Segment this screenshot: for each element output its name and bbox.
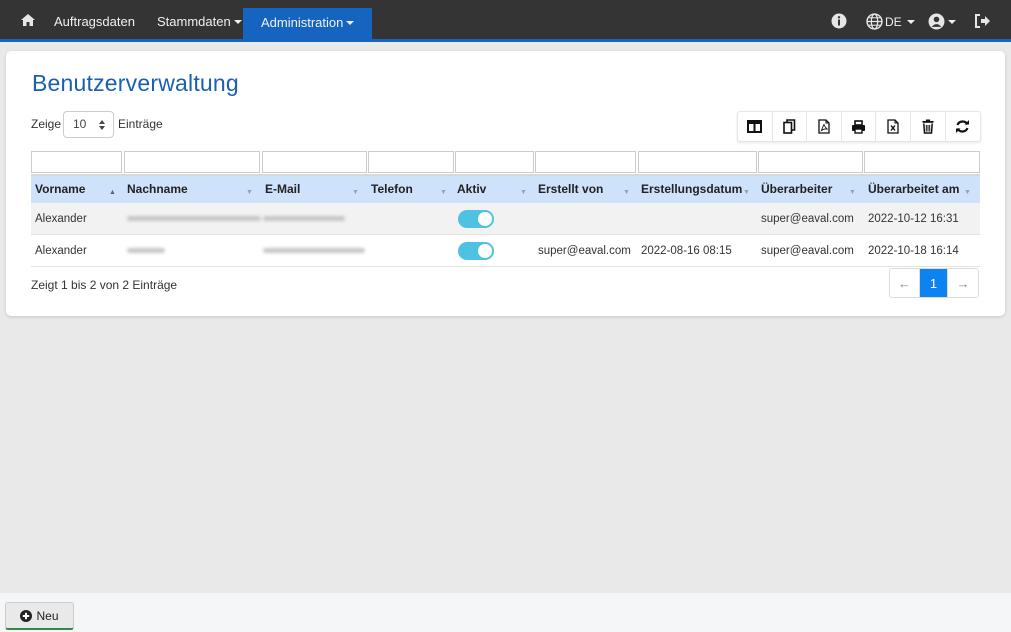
cell-erstellt-von: super@eaval.com [538, 245, 631, 257]
pdf-button[interactable] [807, 112, 842, 141]
sort-icon: ▼ [352, 189, 359, 196]
user-menu[interactable] [928, 13, 956, 30]
sort-icon: ▼ [849, 189, 856, 196]
page-length-value: 10 [73, 117, 87, 131]
aktiv-toggle[interactable] [458, 210, 494, 228]
info-icon[interactable] [831, 13, 847, 32]
print-icon [852, 119, 866, 134]
language-selector[interactable]: DE [866, 13, 915, 30]
columns-icon [747, 120, 763, 133]
sort-icon: ▼ [623, 189, 630, 196]
excel-icon [887, 119, 899, 134]
plus-circle-icon [20, 609, 33, 622]
sort-icon: ▼ [520, 189, 527, 196]
refresh-icon [956, 120, 970, 133]
top-navbar: Auftragsdaten Stammdaten Administration … [0, 0, 1011, 42]
new-button-label: Neu [36, 608, 59, 623]
cell-erstellungsdatum: 2022-08-16 08:15 [641, 245, 732, 257]
nav-auftragsdaten-label: Auftragsdaten [54, 14, 135, 29]
column-header-aktiv[interactable]: Aktiv [457, 176, 486, 203]
chevron-down-icon [346, 21, 355, 25]
refresh-button[interactable] [946, 112, 981, 141]
length-prefix: Zeige [31, 117, 62, 131]
delete-icon [922, 119, 934, 134]
table-header: Vorname ▲ Nachname ▼ E-Mail ▼ Telefon ▼ … [31, 174, 980, 203]
page-1-button[interactable]: 1 [920, 269, 948, 297]
sort-icon: ▼ [440, 189, 447, 196]
column-header-ueberarbeitet-am[interactable]: Überarbeitet am [868, 176, 959, 203]
nav-administration-label: Administration [261, 15, 344, 30]
globe-icon [866, 13, 883, 30]
columns-button[interactable] [738, 112, 773, 141]
updown-arrows-icon [99, 120, 105, 130]
cell-nachname-redacted [127, 235, 165, 267]
chevron-down-icon [948, 19, 956, 24]
excel-button[interactable] [876, 112, 911, 141]
cell-vorname: Alexander [35, 245, 87, 257]
logout-icon[interactable] [974, 13, 991, 32]
cell-email-redacted [263, 235, 365, 267]
pagination: ← 1 → [889, 268, 979, 298]
sort-icon: ▼ [246, 189, 253, 196]
home-icon[interactable] [20, 13, 36, 30]
column-header-erstellt-von[interactable]: Erstellt von [538, 176, 603, 203]
arrow-left-icon: ← [898, 275, 911, 291]
column-header-ueberarbeiter[interactable]: Überarbeiter [761, 176, 832, 203]
chevron-down-icon [906, 19, 915, 24]
chevron-down-icon [233, 20, 242, 24]
column-header-nachname[interactable]: Nachname [127, 176, 188, 203]
aktiv-toggle[interactable] [458, 242, 494, 260]
nav-auftragsdaten[interactable]: Auftragsdaten [54, 0, 135, 39]
filter-aktiv-input[interactable] [455, 151, 534, 173]
copy-button[interactable] [773, 112, 808, 141]
footer-bar: Neu [0, 593, 1011, 632]
nav-administration[interactable]: Administration [243, 8, 373, 39]
cell-ueberarbeitet-am: 2022-10-12 16:31 [868, 213, 959, 225]
cell-email-redacted [263, 203, 345, 235]
filter-telefon-input[interactable] [368, 151, 454, 173]
filter-email-input[interactable] [262, 151, 367, 173]
user-circle-icon [928, 13, 945, 30]
filter-ueberarbeiter-input[interactable] [758, 151, 863, 173]
pdf-icon [818, 119, 830, 134]
export-toolbar [737, 111, 982, 142]
new-user-button[interactable]: Neu [5, 602, 74, 630]
column-header-erstellungsdatum[interactable]: Erstellungsdatum [641, 176, 742, 203]
toggle-knob [478, 212, 492, 226]
cell-ueberarbeitet-am: 2022-10-18 16:14 [868, 245, 959, 257]
table-info: Zeigt 1 bis 2 von 2 Einträge [31, 278, 178, 292]
cell-vorname: Alexander [35, 213, 87, 225]
prev-page-button[interactable]: ← [890, 269, 920, 297]
arrow-right-icon: → [956, 275, 970, 291]
copy-icon [783, 119, 796, 134]
filter-vorname-input[interactable] [31, 151, 122, 173]
page-length-select[interactable]: 10 [63, 111, 114, 138]
page-title: Benutzerverwaltung [32, 70, 239, 96]
table-row[interactable]: Alexander super@eaval.com 2022-10-12 16:… [31, 203, 980, 235]
print-button[interactable] [842, 112, 877, 141]
sort-asc-icon: ▲ [109, 189, 116, 196]
cell-ueberarbeiter: super@eaval.com [761, 245, 854, 257]
next-page-button[interactable]: → [948, 269, 978, 297]
delete-button[interactable] [911, 112, 946, 141]
page-number: 1 [929, 275, 938, 291]
column-header-telefon[interactable]: Telefon [371, 176, 413, 203]
filter-erstellt-von-input[interactable] [535, 151, 636, 173]
filter-ueberarbeitet-am-input[interactable] [864, 151, 980, 173]
cell-ueberarbeiter: super@eaval.com [761, 213, 854, 225]
column-header-vorname[interactable]: Vorname [35, 176, 85, 203]
sort-icon: ▼ [743, 189, 750, 196]
language-label: DE [885, 14, 902, 29]
cell-nachname-redacted [127, 203, 261, 235]
toggle-knob [478, 244, 492, 258]
length-suffix: Einträge [118, 117, 163, 131]
column-header-email[interactable]: E-Mail [265, 176, 300, 203]
filter-nachname-input[interactable] [124, 151, 260, 173]
table-row[interactable]: Alexander super@eaval.com 2022-08-16 08:… [31, 235, 980, 267]
nav-stammdaten-label: Stammdaten [157, 14, 231, 29]
user-management-card: Benutzerverwaltung Zeige 10 Einträge Vor… [6, 51, 1005, 316]
filter-erstellungsdatum-input[interactable] [638, 151, 757, 173]
sort-icon: ▼ [964, 189, 971, 196]
nav-stammdaten[interactable]: Stammdaten [157, 0, 242, 39]
